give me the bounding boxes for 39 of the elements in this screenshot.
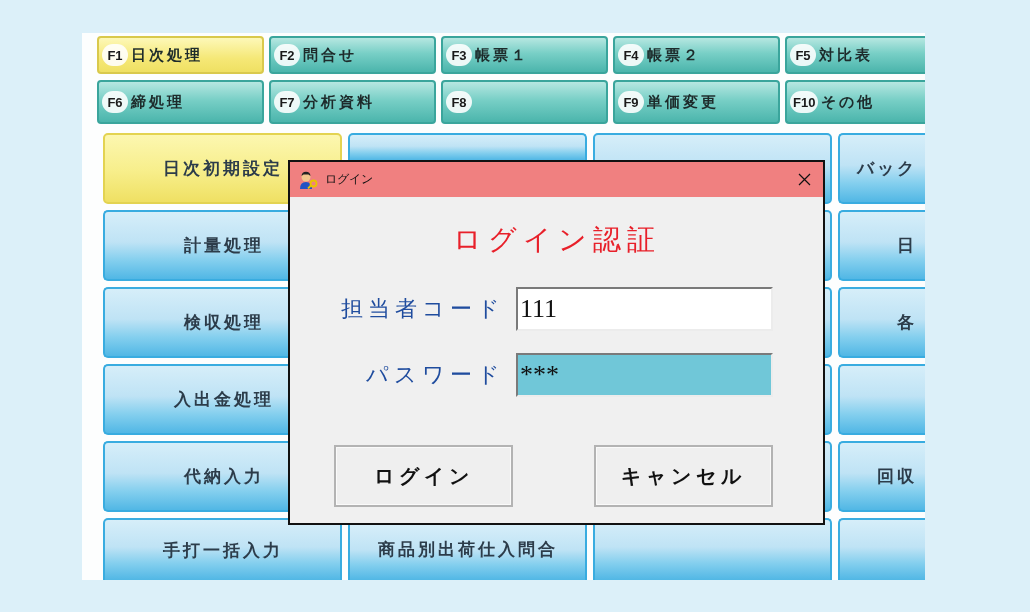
function-key[interactable]: F10 その他 — [785, 80, 925, 124]
menu-button[interactable]: 代納入力 — [103, 441, 288, 512]
dialog-button[interactable]: ログイン — [334, 445, 513, 507]
person-key-icon — [299, 170, 319, 189]
function-key[interactable]: F5 対比表 — [785, 36, 925, 74]
field-label: 担当者コード — [341, 295, 505, 323]
menu-button[interactable]: 検収処理 — [103, 287, 288, 358]
function-key[interactable]: F6 締処理 — [97, 80, 264, 124]
field-label: パスワード — [366, 361, 505, 389]
menu-button[interactable]: 計量処理 — [103, 210, 288, 281]
menu-button[interactable]: 日 — [838, 210, 925, 281]
menu-button[interactable]: 回収 — [838, 441, 925, 512]
menu-button[interactable]: 入出金処理 — [103, 364, 288, 435]
function-key[interactable]: F3 帳票１ — [441, 36, 608, 74]
menu-button[interactable]: 商品別出荷仕入問合 — [348, 525, 587, 580]
function-key[interactable]: F7 分析資料 — [269, 80, 436, 124]
close-icon[interactable] — [798, 173, 811, 186]
function-key-badge: F7 — [274, 91, 300, 113]
dialog-heading: ログイン認証 — [452, 222, 661, 258]
function-key-badge: F1 — [102, 44, 128, 66]
menu-button[interactable]: バック — [838, 133, 925, 204]
function-key-badge: F6 — [102, 91, 128, 113]
function-key[interactable]: F1 日次処理 — [97, 36, 264, 74]
function-key-badge: F9 — [618, 91, 644, 113]
function-key-badge: F3 — [446, 44, 472, 66]
function-key[interactable]: F8 — [441, 80, 608, 124]
function-key-badge: F2 — [274, 44, 300, 66]
function-key-badge: F10 — [790, 91, 819, 113]
input-field[interactable]: *** — [516, 353, 773, 397]
function-key[interactable]: F9 単価変更 — [613, 80, 780, 124]
dialog-button[interactable]: キャンセル — [594, 445, 773, 507]
function-key[interactable]: F4 帳票２ — [613, 36, 780, 74]
input-field[interactable]: 111 — [516, 287, 773, 331]
menu-button[interactable]: 各 — [838, 287, 925, 358]
function-key-badge: F8 — [446, 91, 472, 113]
function-key-badge: F4 — [618, 44, 644, 66]
function-key-badge: F5 — [790, 44, 816, 66]
menu-button[interactable]: 手打一括入力 — [103, 518, 342, 580]
function-key[interactable]: F2 問合せ — [269, 36, 436, 74]
